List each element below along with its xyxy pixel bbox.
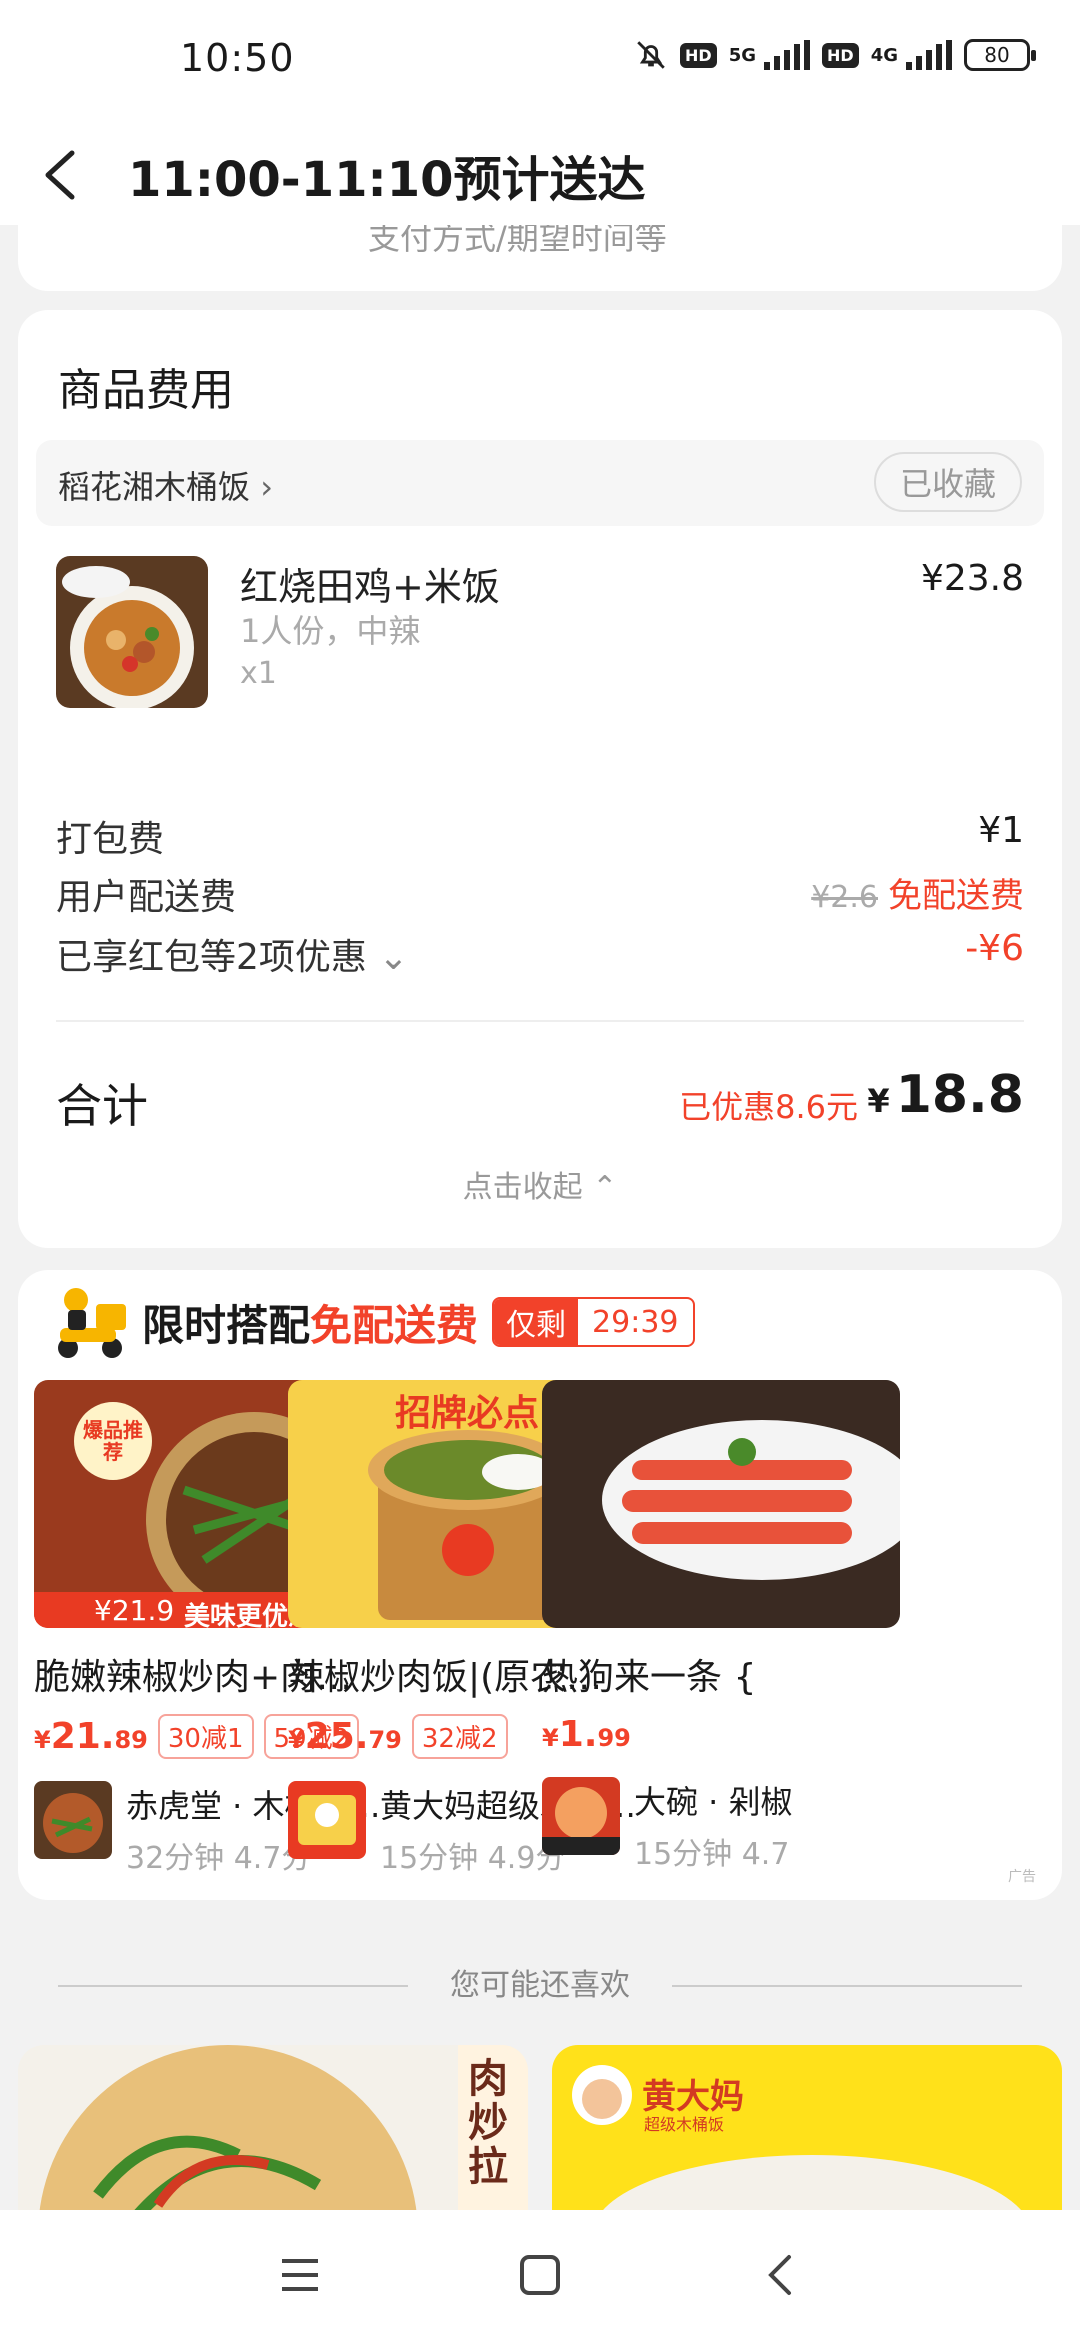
shop-thumbnail	[288, 1781, 366, 1859]
total-value: ¥18.8	[867, 1065, 1024, 1125]
delivery-rider-icon	[58, 1288, 126, 1358]
promo-header: 限时搭配 免配送费 仅剩 29:39	[46, 1282, 695, 1362]
free-delivery-text: 免配送费	[888, 876, 1024, 916]
status-bar: 10:50 HD 5G HD 4G 80	[0, 0, 1080, 125]
fee-card: 商品费用 稻花湘木桶饭 › 已收藏 红烧田鸡+米饭 1人份，中辣 x1 ¥23.…	[18, 310, 1062, 1248]
home-button[interactable]	[500, 2235, 580, 2315]
menu-button[interactable]	[260, 2235, 340, 2315]
discount-label: 已享红包等2项优惠	[56, 937, 367, 978]
promo-card: 限时搭配 免配送费 仅剩 29:39 爆品推荐 ¥21.9 美味更优惠 脆嫩辣椒炒…	[18, 1270, 1062, 1900]
item-spec: 1人份，中辣	[240, 612, 421, 650]
home-square-icon	[520, 2255, 560, 2295]
coupon-badge: 30减1	[157, 1714, 254, 1759]
total-saved: 已优惠8.6元	[679, 1088, 858, 1126]
shop-thumbnail	[542, 1777, 620, 1855]
page-title: 11:00-11:10预计送达	[128, 152, 646, 208]
menu-icon	[282, 2259, 318, 2291]
countdown-timer: 仅剩 29:39	[492, 1297, 695, 1347]
packing-fee-label: 打包费	[56, 819, 165, 860]
back-button[interactable]	[0, 125, 120, 225]
hd-badge-2: HD	[822, 42, 859, 68]
delivery-fee-value: ¥2.6 免配送费	[811, 868, 1024, 917]
shop-name-link[interactable]: 稻花湘木桶饭 ›	[58, 462, 273, 508]
packing-fee-value: ¥1	[978, 810, 1024, 851]
delivery-fee-original: ¥2.6	[811, 880, 878, 915]
signal-5g-icon	[764, 40, 811, 70]
favorite-button[interactable]: 已收藏	[874, 452, 1022, 512]
countdown-label: 仅剩	[494, 1299, 579, 1345]
recommend-card-2[interactable]: 黄大妈 超级木桶饭	[552, 2045, 1062, 2225]
recommend-title: 您可能还喜欢	[450, 1968, 630, 2003]
payment-options-card[interactable]: 支付方式/期望时间等	[18, 225, 1062, 291]
nav-back-button[interactable]	[740, 2235, 820, 2315]
deal-badge: 爆品推荐	[74, 1402, 152, 1480]
system-nav-bar	[0, 2210, 1080, 2340]
deal-price: ¥1.99	[542, 1714, 631, 1755]
chevron-up-icon: ⌃	[592, 1170, 618, 1205]
chevron-right-icon: ›	[260, 468, 273, 506]
deal-price: ¥21.89	[34, 1716, 148, 1757]
coupon-badge: 32减2	[411, 1714, 508, 1759]
item-price: ¥23.8	[920, 558, 1024, 599]
shop-thumbnail	[34, 1781, 112, 1859]
recommend-card[interactable]: 肉炒拉	[18, 2045, 528, 2225]
promo-title: 限时搭配	[142, 1300, 311, 1350]
fee-title: 商品费用	[58, 365, 234, 416]
total-amount: 18.8	[895, 1065, 1024, 1125]
payment-options-hint: 支付方式/期望时间等	[368, 225, 667, 257]
shop-meta: 15分钟 4.7	[634, 1837, 790, 1872]
deal-shop: 大碗 · 剁椒 15分钟 4.7	[542, 1777, 1062, 1873]
promo-free-delivery: 免配送费	[310, 1300, 479, 1350]
shop-name: 大碗 · 剁椒	[634, 1783, 793, 1821]
countdown-value: 29:39	[592, 1304, 679, 1340]
item-name: 红烧田鸡+米饭	[240, 565, 500, 609]
discount-toggle[interactable]: 已享红包等2项优惠 ⌄	[56, 928, 409, 980]
network-4g-label: 4G	[870, 44, 898, 66]
deal-name: 热狗来一条 {	[542, 1657, 757, 1698]
status-icons: HD 5G HD 4G 80	[634, 38, 1036, 72]
recommend-card-text: 肉炒拉	[468, 2056, 508, 2190]
deal-image	[542, 1380, 900, 1628]
back-triangle-icon	[768, 2255, 791, 2295]
total-label: 合计	[56, 1079, 148, 1133]
network-5g-label: 5G	[728, 44, 757, 66]
ad-label: 广告	[1008, 1869, 1036, 1885]
back-arrow-icon	[45, 150, 75, 200]
divider	[56, 1020, 1024, 1022]
mute-bell-icon	[637, 41, 665, 69]
chevron-down-icon: ⌄	[366, 937, 409, 978]
collapse-button[interactable]: 点击收起 ⌃	[18, 1162, 1062, 1206]
battery-icon: 80	[964, 39, 1036, 71]
item-quantity: x1	[240, 656, 277, 691]
item-image	[56, 556, 208, 708]
deal-price: ¥25.79	[288, 1716, 402, 1757]
discount-value: -¥6	[965, 928, 1024, 969]
page-header: 11:00-11:10预计送达	[0, 125, 1080, 225]
deal-image-price: ¥21.9	[94, 1594, 175, 1627]
deal-price-row: ¥1.99	[542, 1714, 1062, 1755]
collapse-label: 点击收起	[462, 1170, 583, 1205]
delivery-fee-label: 用户配送费	[56, 877, 237, 918]
signal-4g-icon	[906, 40, 952, 70]
recommend-brand-sub: 超级木桶饭	[644, 2115, 725, 2134]
total-currency: ¥	[867, 1082, 890, 1120]
deal-card-3[interactable]: 热狗来一条 { ¥1.99 大碗 · 剁椒 15分钟 4.7	[542, 1380, 1062, 1873]
divider	[672, 1985, 1022, 1987]
shop-name: 稻花湘木桶饭	[58, 468, 251, 506]
hd-badge: HD	[680, 42, 717, 68]
shop-row[interactable]: 稻花湘木桶饭 › 已收藏	[36, 440, 1044, 526]
status-time: 10:50	[180, 36, 295, 80]
